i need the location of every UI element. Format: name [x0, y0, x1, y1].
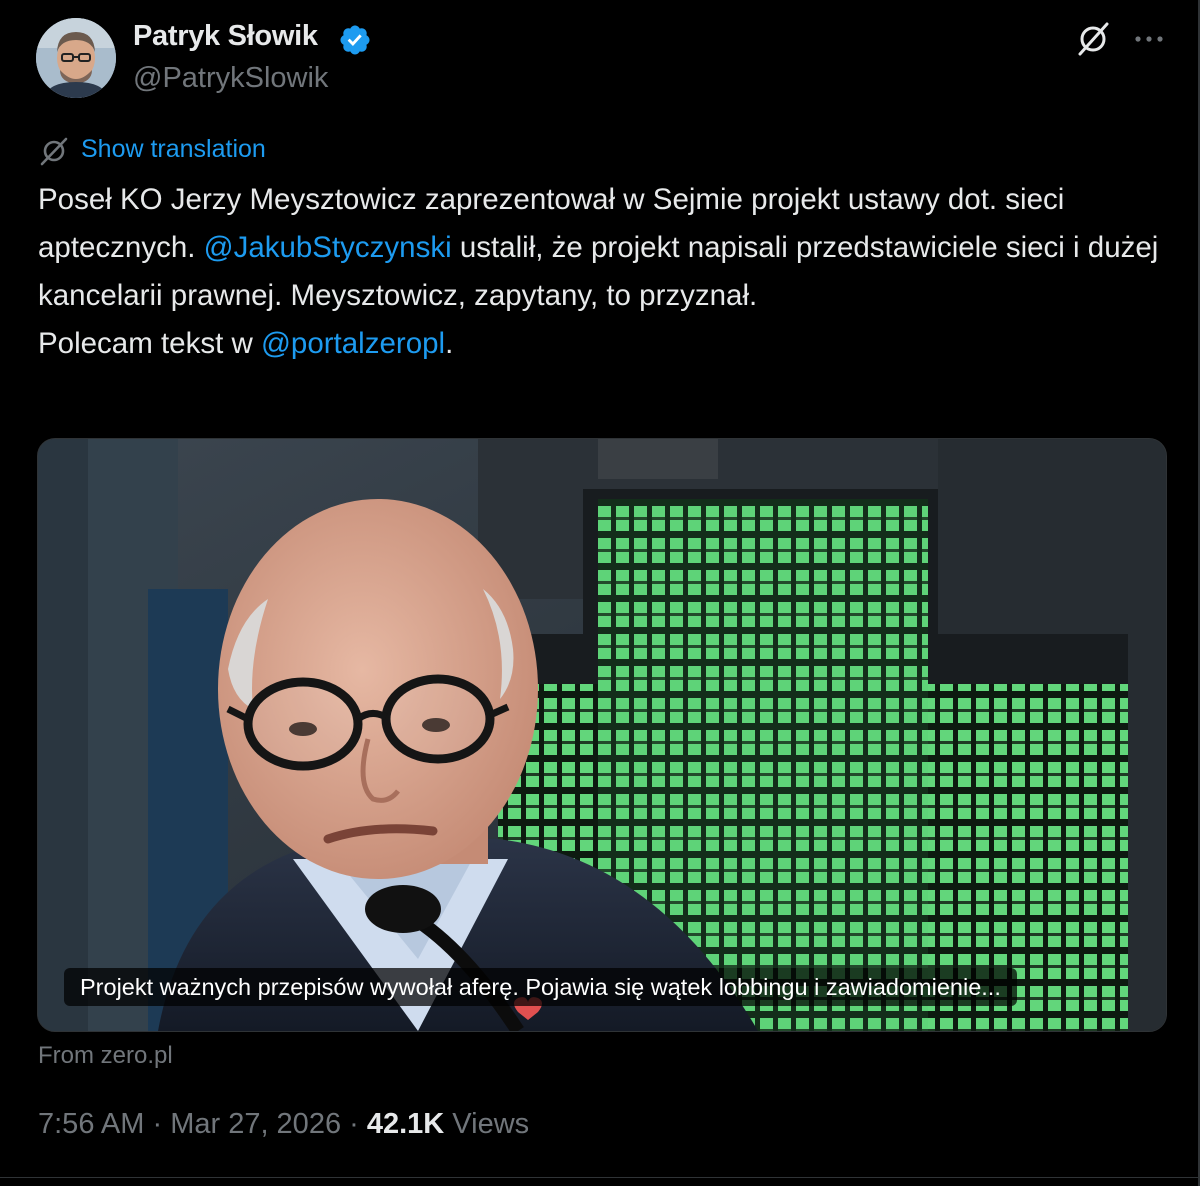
media-card[interactable]: Projekt ważnych przepisów wywołał aferę.…: [37, 438, 1167, 1032]
tweet-text-segment: .: [445, 327, 454, 360]
mention-link[interactable]: @JakubStyczynski: [204, 231, 452, 264]
views-label: Views: [444, 1108, 530, 1140]
author-name[interactable]: Patryk Słowik: [133, 20, 318, 53]
article-photo: [38, 439, 1166, 1031]
tweet-date[interactable]: Mar 27, 2026: [170, 1108, 341, 1140]
meta-separator: ·: [144, 1108, 171, 1140]
show-translation-link[interactable]: Show translation: [81, 135, 266, 164]
meta-separator: ·: [341, 1108, 367, 1140]
avatar-photo: [36, 18, 116, 98]
tweet-meta: 7:56 AM · Mar 27, 2026 · 42.1K Views: [38, 1108, 529, 1141]
media-source-link[interactable]: From zero.pl: [38, 1042, 173, 1070]
avatar[interactable]: [36, 18, 116, 98]
frame-border-bottom: [0, 1177, 1198, 1178]
tweet-text: Poseł KO Jerzy Meysztowicz zaprezentował…: [38, 176, 1178, 368]
mention-link[interactable]: @portalzeropl: [261, 327, 445, 360]
views-count: 42.1K: [366, 1108, 445, 1140]
verified-badge-icon: [340, 25, 370, 55]
author-handle[interactable]: @PatrykSlowik: [133, 62, 328, 95]
grok-icon[interactable]: [1074, 20, 1112, 58]
more-icon[interactable]: [1131, 24, 1167, 54]
tweet-time[interactable]: 7:56 AM: [38, 1108, 144, 1140]
media-caption: Projekt ważnych przepisów wywołał aferę.…: [64, 968, 1017, 1006]
translate-icon: [40, 137, 68, 166]
